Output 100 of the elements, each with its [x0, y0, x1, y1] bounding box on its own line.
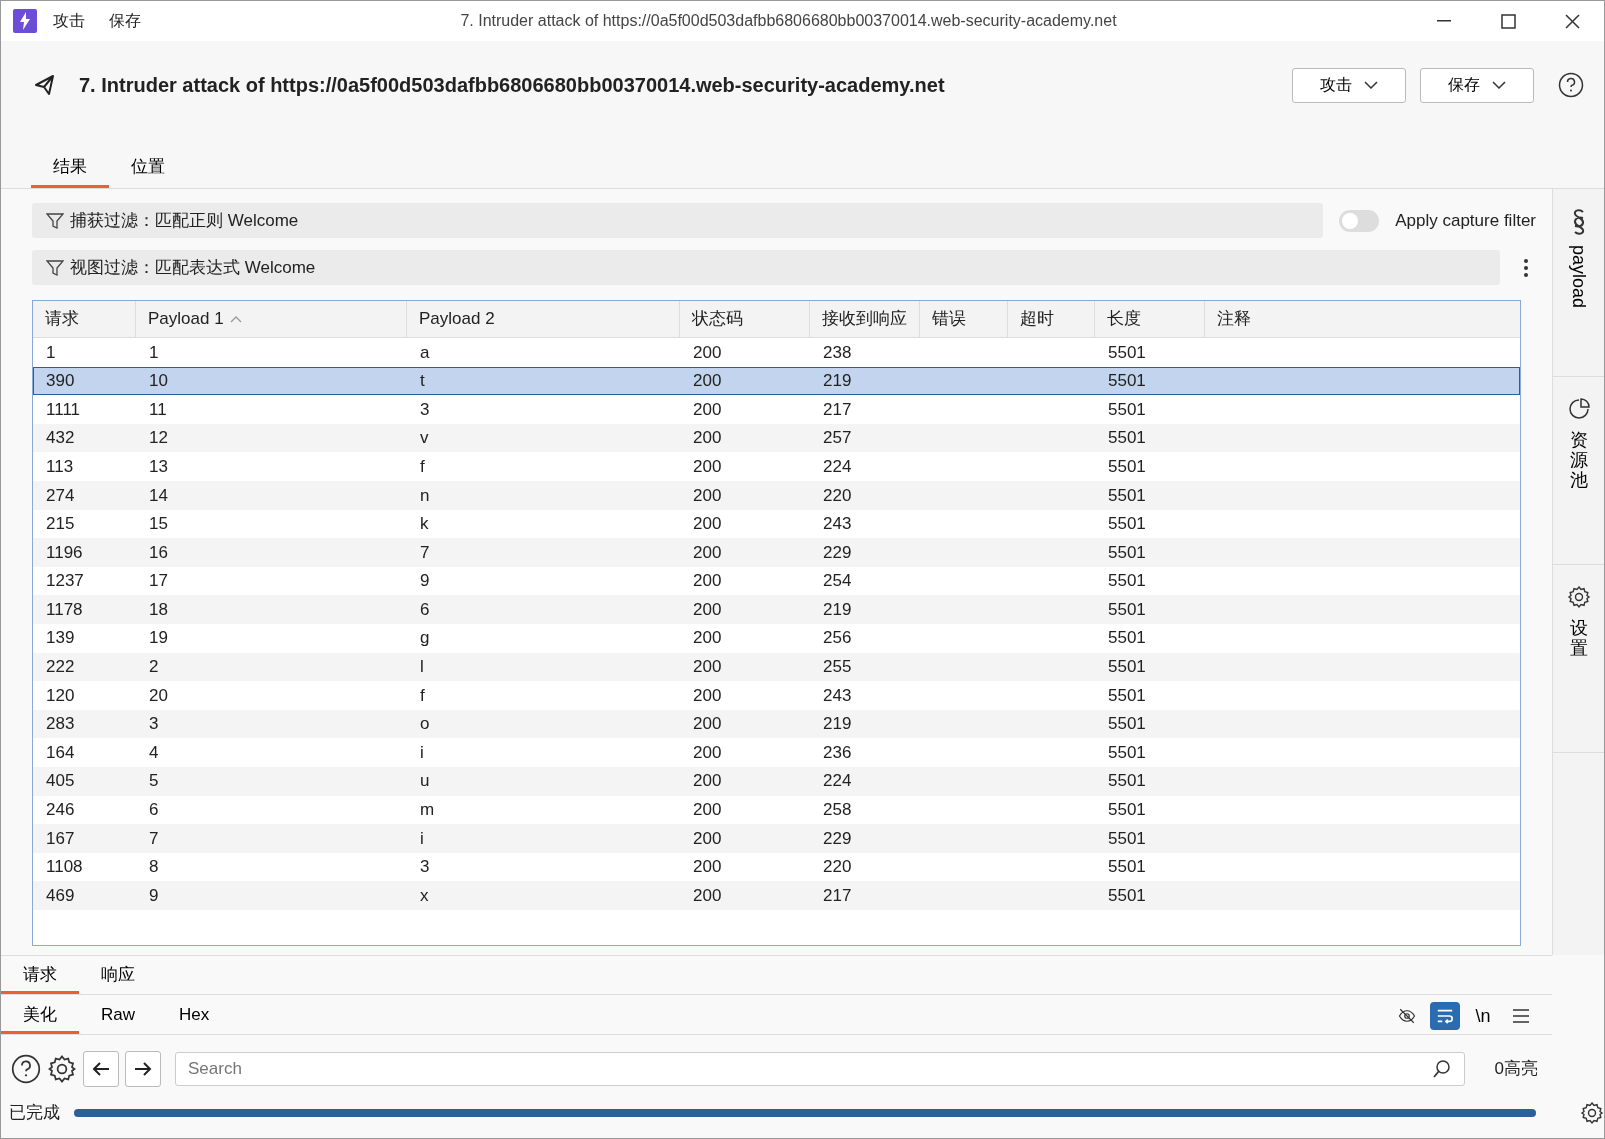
- newline-toggle[interactable]: \n: [1468, 1002, 1498, 1030]
- table-row[interactable]: 246 6 m 200 258 5501: [33, 795, 1520, 825]
- table-row[interactable]: 390 10 t 200 219 5501: [33, 366, 1520, 396]
- dropdown-button[interactable]: 攻击: [1292, 67, 1406, 103]
- table-cell: 3: [420, 399, 430, 419]
- table-cell: 120: [46, 685, 75, 705]
- table-cell: t: [420, 371, 425, 391]
- table-cell: 254: [823, 571, 852, 591]
- column-header[interactable]: Payload 2: [407, 301, 680, 337]
- table-cell: 5501: [1108, 685, 1146, 705]
- back-button[interactable]: [83, 1051, 119, 1087]
- table-cell: o: [420, 714, 430, 734]
- tab[interactable]: 美化: [1, 1001, 79, 1034]
- table-cell: 217: [823, 885, 852, 905]
- dropdown-button[interactable]: 保存: [1420, 67, 1534, 103]
- table-row[interactable]: 139 19 g 200 256 5501: [33, 623, 1520, 653]
- table-row[interactable]: 1196 16 7 200 229 5501: [33, 538, 1520, 567]
- table-cell: k: [420, 514, 429, 534]
- column-header[interactable]: 长度: [1095, 301, 1205, 337]
- arrow-right-icon: [134, 1061, 152, 1077]
- table-cell: 219: [823, 714, 852, 734]
- table-cell: 5501: [1108, 485, 1146, 505]
- tab[interactable]: Raw: [79, 1001, 157, 1034]
- capture-filter-bar[interactable]: 捕获过滤：匹配正则 Welcome: [32, 203, 1324, 238]
- table-row[interactable]: 120 20 f 200 243 5501: [33, 681, 1520, 710]
- table-row[interactable]: 222 2 l 200 255 5501: [33, 652, 1520, 682]
- table-row[interactable]: 405 5 u 200 224 5501: [33, 766, 1520, 796]
- table-row[interactable]: 1 1 a 200 238 5501: [33, 338, 1520, 367]
- settings-icon[interactable]: [1580, 1100, 1604, 1125]
- sidebar-tab-label[interactable]: 设置: [1569, 619, 1588, 659]
- tab[interactable]: Hex: [157, 1001, 232, 1034]
- table-row[interactable]: 432 12 v 200 257 5501: [33, 423, 1520, 453]
- more-options-icon[interactable]: [1524, 257, 1528, 278]
- table-cell: 17: [149, 571, 168, 591]
- toggle-switch[interactable]: [1339, 209, 1380, 232]
- table-cell: 219: [823, 599, 852, 619]
- table-row[interactable]: 1237 17 9 200 254 5501: [33, 566, 1520, 596]
- table-cell: 19: [149, 628, 168, 648]
- table-cell: 222: [46, 657, 75, 677]
- table-cell: 5501: [1108, 657, 1146, 677]
- table-cell: 200: [693, 342, 722, 362]
- table-cell: 5501: [1108, 771, 1146, 791]
- table-cell: 255: [823, 657, 852, 677]
- settings-icon[interactable]: [1566, 585, 1591, 609]
- table-row[interactable]: 215 15 k 200 243 5501: [33, 509, 1520, 539]
- tab[interactable]: 响应: [79, 961, 157, 994]
- table-cell: 16: [149, 542, 168, 562]
- table-row[interactable]: 1108 8 3 200 220 5501: [33, 852, 1520, 882]
- table-row[interactable]: 1111 11 3 200 217 5501: [33, 395, 1520, 424]
- table-cell: 224: [823, 456, 852, 476]
- table-cell: 1: [149, 342, 159, 362]
- table-cell: 7: [149, 828, 159, 848]
- table-cell: 229: [823, 542, 852, 562]
- column-header[interactable]: 超时: [1008, 301, 1095, 337]
- table-row[interactable]: 113 13 f 200 224 5501: [33, 452, 1520, 481]
- highlight-count: 0高亮: [1494, 1058, 1538, 1081]
- tab[interactable]: 请求: [1, 961, 79, 994]
- table-cell: 1111: [46, 399, 81, 419]
- column-header[interactable]: 状态码: [680, 301, 810, 337]
- help-icon[interactable]: [11, 1054, 41, 1084]
- menu-item[interactable]: 保存: [109, 9, 141, 33]
- help-icon[interactable]: [1558, 72, 1584, 98]
- menu-item[interactable]: 攻击: [53, 9, 85, 33]
- tab[interactable]: 结果: [31, 153, 109, 188]
- settings-icon[interactable]: [47, 1054, 77, 1084]
- tab[interactable]: 位置: [109, 153, 187, 188]
- column-header[interactable]: 注释: [1205, 301, 1520, 337]
- column-header[interactable]: 错误: [920, 301, 1008, 337]
- chevron-down-icon: [1492, 81, 1506, 89]
- table-cell: 257: [823, 428, 852, 448]
- table-cell: 220: [823, 485, 852, 505]
- table-row[interactable]: 283 3 o 200 219 5501: [33, 709, 1520, 739]
- table-cell: 1237: [46, 571, 84, 591]
- column-header[interactable]: 接收到响应: [810, 301, 920, 337]
- forward-button[interactable]: [125, 1051, 161, 1087]
- app-logo-icon: [13, 9, 37, 33]
- sidebar-tab-label[interactable]: 资源池: [1569, 431, 1588, 491]
- send-icon: [33, 73, 57, 97]
- column-header[interactable]: Payload 1: [136, 301, 407, 337]
- table-row[interactable]: 469 9 x 200 217 5501: [33, 881, 1520, 910]
- search-field[interactable]: Search: [175, 1052, 1465, 1086]
- table-cell: 432: [46, 428, 75, 448]
- table-cell: 200: [693, 828, 722, 848]
- filter-text: 视图过滤：匹配表达式 Welcome: [70, 256, 316, 279]
- table-cell: m: [420, 800, 435, 820]
- word-wrap-icon[interactable]: [1430, 1002, 1460, 1030]
- table-row[interactable]: 274 14 n 200 220 5501: [33, 480, 1520, 510]
- table-row[interactable]: 167 7 i 200 229 5501: [33, 824, 1520, 853]
- sidebar-tab-label[interactable]: payload: [1565, 245, 1592, 309]
- column-header[interactable]: 请求: [33, 301, 136, 337]
- table-cell: 200: [693, 742, 722, 762]
- table-cell: 113: [46, 456, 74, 476]
- table-cell: 3: [149, 714, 159, 734]
- table-cell: 5501: [1108, 514, 1146, 534]
- table-row[interactable]: 164 4 i 200 236 5501: [33, 738, 1520, 767]
- table-cell: 1: [46, 342, 56, 362]
- table-cell: 200: [693, 771, 722, 791]
- table-cell: 13: [149, 456, 168, 476]
- view-filter-bar[interactable]: 视图过滤：匹配表达式 Welcome: [32, 250, 1500, 285]
- table-row[interactable]: 1178 18 6 200 219 5501: [33, 595, 1520, 624]
